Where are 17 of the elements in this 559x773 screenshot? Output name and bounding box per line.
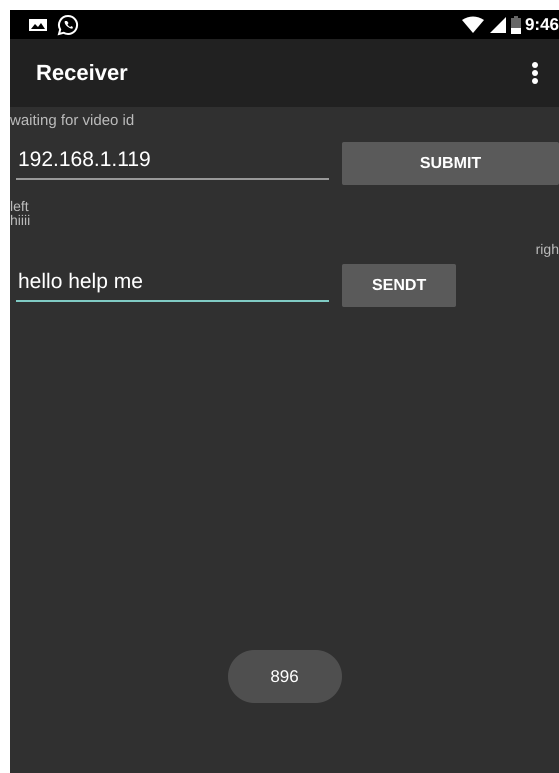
image-icon bbox=[28, 16, 48, 32]
signal-icon bbox=[488, 16, 507, 34]
send-button[interactable]: SENDT bbox=[342, 264, 456, 307]
submit-button[interactable]: SUBMIT bbox=[342, 142, 559, 185]
toast-message: 896 bbox=[228, 650, 342, 703]
message-text: hiiii bbox=[10, 213, 32, 227]
wifi-icon bbox=[460, 16, 485, 34]
app-title: Receiver bbox=[36, 60, 128, 86]
chat-bubble-icon bbox=[56, 12, 80, 36]
message-text: left bbox=[10, 199, 30, 213]
message-text: righ bbox=[534, 242, 559, 256]
ip-address-field[interactable]: 192.168.1.119 bbox=[16, 148, 329, 180]
battery-icon bbox=[510, 16, 521, 34]
more-options-icon[interactable] bbox=[531, 61, 539, 85]
message-field[interactable]: hello help me bbox=[16, 270, 329, 302]
clock-time: 9:46 bbox=[524, 14, 559, 34]
status-label: waiting for video id bbox=[10, 112, 136, 129]
